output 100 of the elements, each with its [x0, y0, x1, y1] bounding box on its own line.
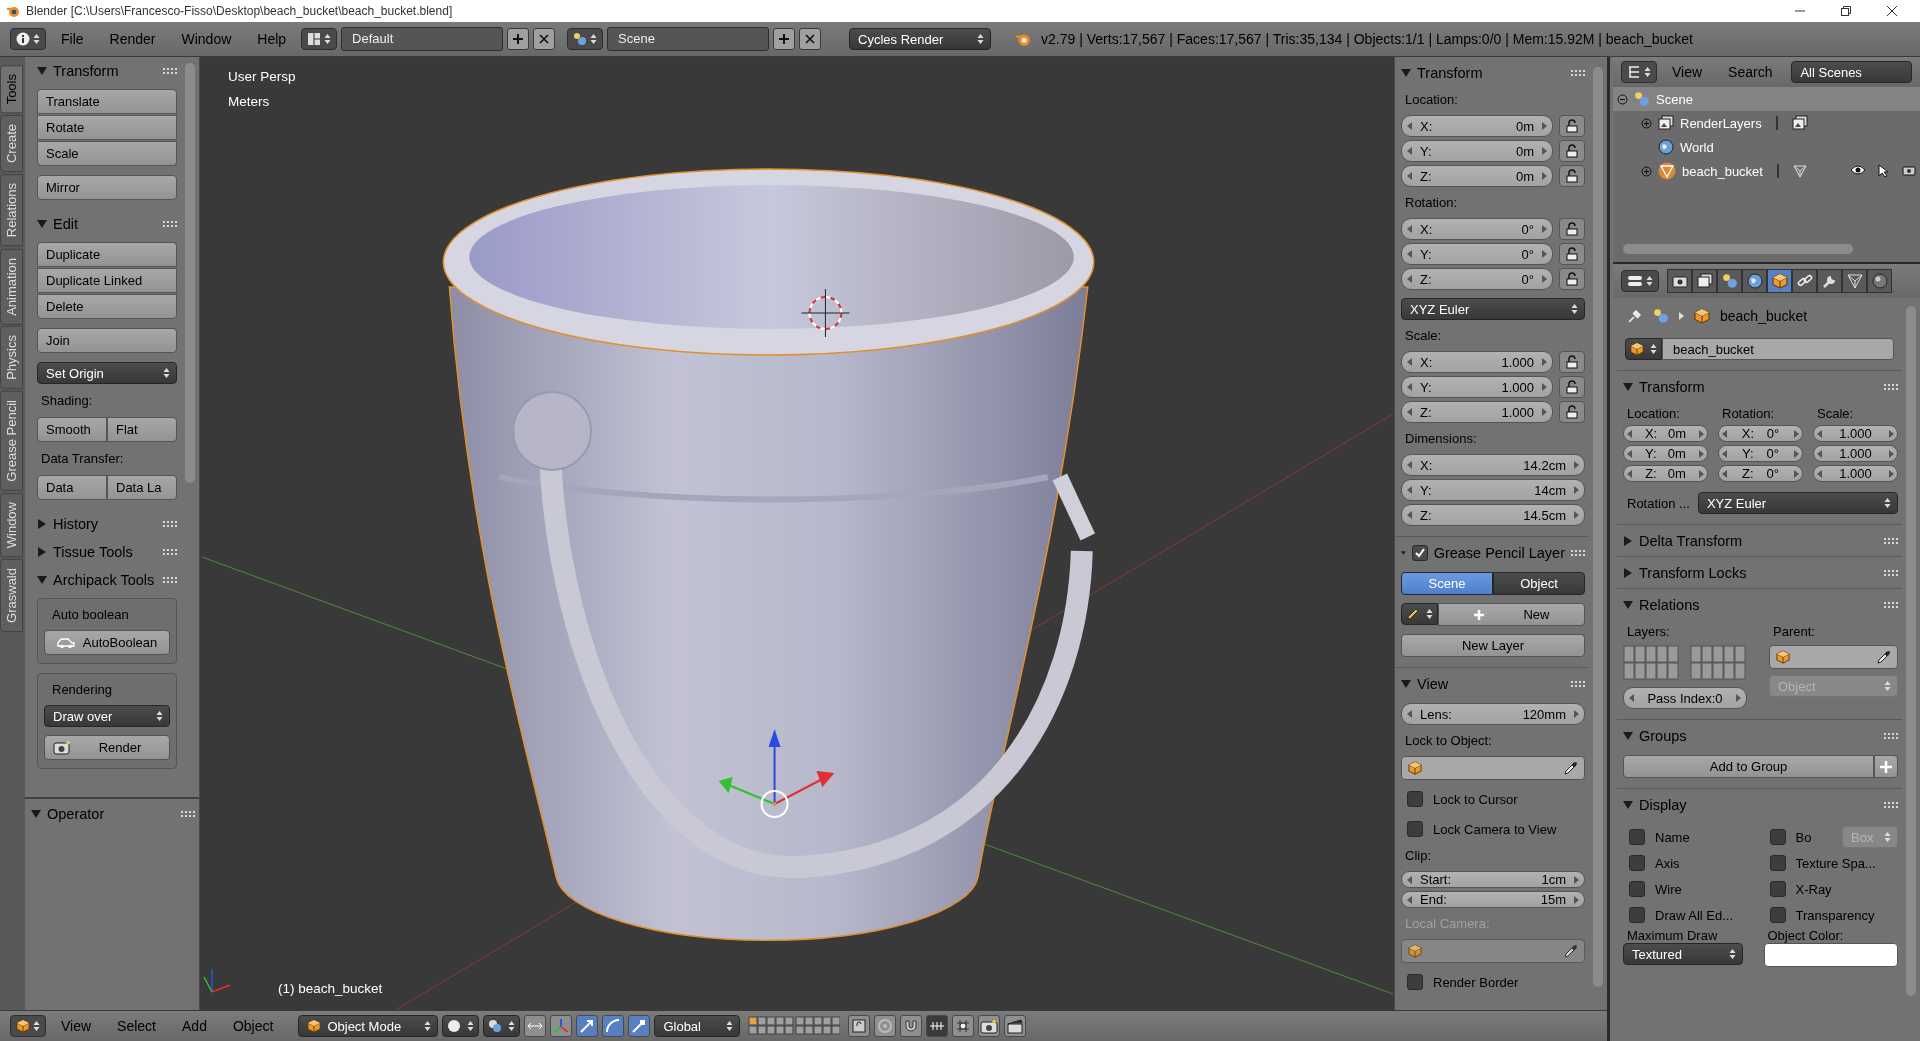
checkbox[interactable]: [1629, 907, 1645, 923]
editor-type-button[interactable]: [10, 28, 46, 50]
tool-tab[interactable]: Create: [0, 115, 23, 173]
drag-grip-icon[interactable]: [181, 811, 195, 817]
right-arrow-icon[interactable]: [1542, 408, 1547, 416]
checkbox-label[interactable]: X-Ray: [1795, 881, 1832, 897]
outliner-item-label[interactable]: beach_bucket: [1682, 163, 1763, 179]
collapsed-arrow-icon[interactable]: [1623, 535, 1633, 546]
number-field[interactable]: 1.000: [1813, 445, 1898, 462]
drag-grip-icon[interactable]: [1571, 69, 1585, 76]
outliner-item-label[interactable]: Scene: [1656, 91, 1693, 107]
menu-item[interactable]: Window: [170, 31, 243, 47]
tool-tab[interactable]: Tools: [0, 65, 23, 114]
menu-item[interactable]: Add: [171, 1018, 218, 1034]
expanded-arrow-icon[interactable]: [37, 66, 47, 76]
left-arrow-icon[interactable]: [1407, 461, 1412, 469]
source-tab[interactable]: Object: [1493, 572, 1585, 595]
tool-button[interactable]: Join: [37, 328, 177, 353]
menu-item[interactable]: Search: [1717, 64, 1784, 80]
source-tab[interactable]: Scene: [1401, 572, 1493, 595]
tool-button[interactable]: Data La: [107, 475, 177, 500]
number-field[interactable]: X: 0m: [1623, 425, 1708, 442]
right-arrow-icon[interactable]: [1542, 358, 1547, 366]
panel-title[interactable]: Display: [1639, 796, 1878, 813]
expanded-arrow-icon[interactable]: [1623, 730, 1633, 741]
menu-item[interactable]: Help: [246, 31, 298, 47]
editor-type-button[interactable]: [10, 1015, 46, 1037]
right-arrow-icon[interactable]: [1699, 449, 1704, 458]
checkbox[interactable]: [1407, 791, 1423, 807]
scrollbar[interactable]: [1623, 244, 1853, 254]
properties-tab[interactable]: [1867, 269, 1892, 293]
unlocked-icon[interactable]: [1559, 243, 1585, 265]
left-arrow-icon[interactable]: [1722, 429, 1727, 438]
outliner-item-label[interactable]: World: [1680, 139, 1714, 155]
left-arrow-icon[interactable]: [1407, 122, 1412, 130]
checkbox[interactable]: [1769, 855, 1786, 871]
panel-title[interactable]: History: [53, 516, 157, 532]
checkbox-label[interactable]: Name: [1655, 829, 1690, 845]
expanded-arrow-icon[interactable]: [37, 575, 47, 585]
object-browse-dropdown[interactable]: [1625, 338, 1662, 360]
properties-tab[interactable]: [1817, 269, 1842, 293]
number-field[interactable]: Z: 1.000: [1401, 401, 1553, 423]
properties-tab[interactable]: [1842, 269, 1867, 293]
right-arrow-icon[interactable]: [1542, 383, 1547, 391]
checkbox[interactable]: [1629, 829, 1645, 845]
properties-tab[interactable]: [1792, 269, 1817, 293]
drag-grip-icon[interactable]: [1884, 383, 1898, 390]
magnet-icon[interactable]: [900, 1015, 923, 1037]
dropdown[interactable]: Draw over: [44, 705, 170, 727]
right-arrow-icon[interactable]: [1542, 172, 1547, 180]
right-arrow-icon[interactable]: [1542, 147, 1547, 155]
drag-grip-icon[interactable]: [1884, 537, 1898, 544]
scale-icon[interactable]: [628, 1015, 651, 1037]
expanded-arrow-icon[interactable]: [31, 809, 41, 819]
pencil-dropdown[interactable]: [1401, 603, 1438, 625]
panel-title[interactable]: Relations: [1639, 596, 1878, 613]
expanded-arrow-icon[interactable]: [1401, 678, 1411, 689]
editor-type-button[interactable]: [1621, 61, 1657, 83]
transform-gizmo-icon[interactable]: [718, 729, 835, 818]
number-field[interactable]: Y: 0m: [1401, 140, 1553, 162]
checkbox-label[interactable]: Draw All Ed...: [1655, 907, 1734, 923]
tool-button[interactable]: Rotate: [37, 115, 177, 140]
right-arrow-icon[interactable]: [1574, 486, 1579, 494]
collapse-icon[interactable]: [1617, 93, 1628, 105]
expanded-arrow-icon[interactable]: [1401, 67, 1411, 78]
unlocked-icon[interactable]: [1559, 351, 1585, 373]
number-field[interactable]: Z: 0°: [1401, 268, 1553, 290]
collapsed-arrow-icon[interactable]: [37, 547, 47, 557]
number-field[interactable]: Y: 1.000: [1401, 376, 1553, 398]
menu-item[interactable]: View: [50, 1018, 103, 1034]
tool-button[interactable]: Duplicate Linked: [37, 268, 177, 293]
layer-grid-icon[interactable]: [748, 1016, 841, 1036]
number-field[interactable]: Z: 0m: [1401, 165, 1553, 187]
panel-title[interactable]: View: [1417, 675, 1565, 692]
rotation-mode-dropdown[interactable]: XYZ Euler: [1401, 298, 1585, 320]
color-swatch[interactable]: [1763, 943, 1898, 967]
number-field[interactable]: Y: 14cm: [1401, 479, 1585, 501]
editor-type-button[interactable]: [1621, 270, 1659, 292]
unlocked-icon[interactable]: [1559, 140, 1585, 162]
screen-layout-field[interactable]: Default: [341, 27, 504, 51]
mode-dropdown[interactable]: Object Mode: [298, 1015, 439, 1037]
left-arrow-icon[interactable]: [1407, 511, 1412, 519]
panel-title[interactable]: Grease Pencil Layer: [1433, 544, 1565, 561]
3d-cursor-icon[interactable]: [801, 288, 850, 338]
eyedropper-icon[interactable]: [1564, 944, 1578, 958]
add-icon[interactable]: [1874, 755, 1898, 778]
display-mode-dropdown[interactable]: All Scenes: [1791, 61, 1912, 83]
panel-title[interactable]: Transform: [1639, 378, 1878, 395]
panel-title[interactable]: Groups: [1639, 727, 1878, 744]
orientation-dropdown[interactable]: Global: [654, 1015, 741, 1037]
number-field[interactable]: Z: 14.5cm: [1401, 504, 1585, 526]
checkbox[interactable]: [1407, 821, 1423, 837]
lock-layers-icon[interactable]: [848, 1015, 871, 1037]
number-field[interactable]: X: 14.2cm: [1401, 454, 1585, 476]
checkbox-label[interactable]: Lock to Cursor: [1433, 791, 1518, 807]
number-field[interactable]: 1.000: [1813, 425, 1898, 442]
panel-title[interactable]: Tissue Tools: [53, 544, 157, 560]
outliner-item-label[interactable]: RenderLayers: [1680, 115, 1762, 131]
left-arrow-icon[interactable]: [1407, 225, 1412, 233]
tool-button[interactable]: Duplicate: [37, 242, 177, 267]
